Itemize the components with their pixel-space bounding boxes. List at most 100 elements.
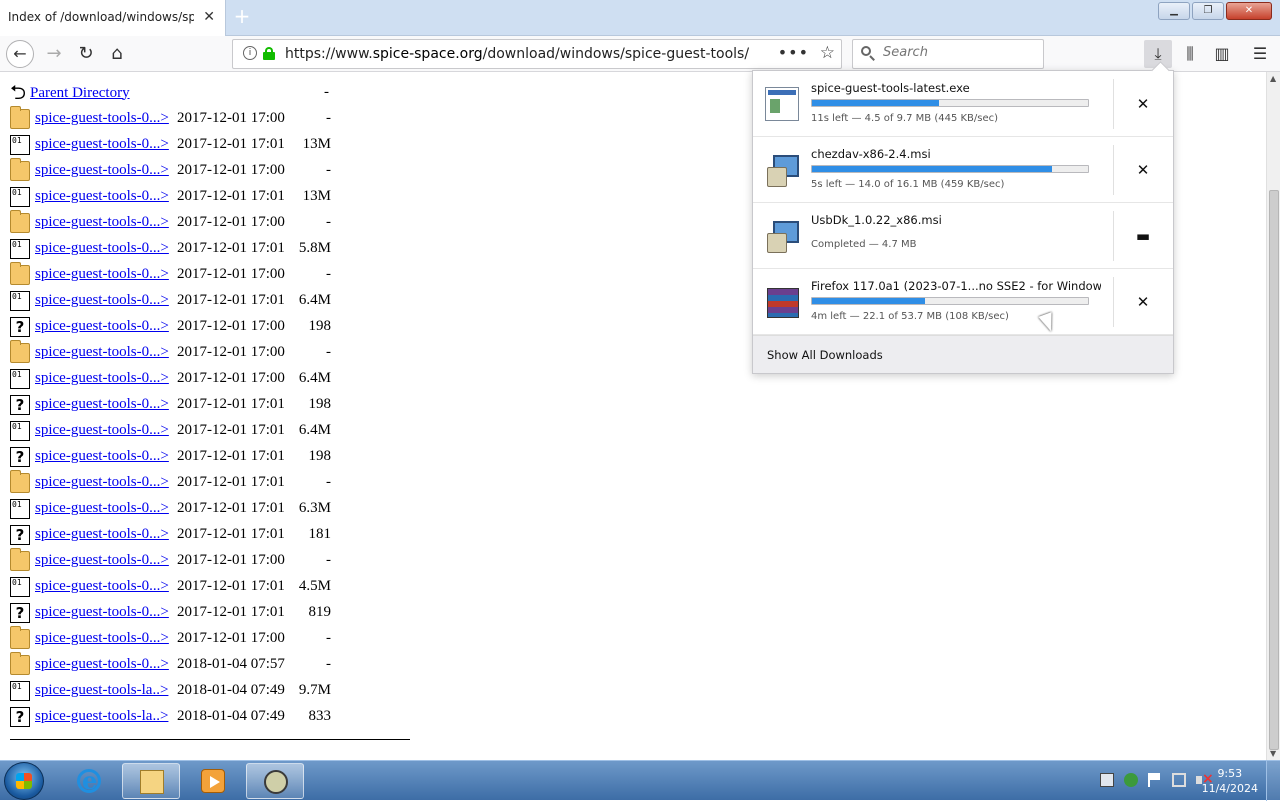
open-folder-button[interactable]: ▬ <box>1129 223 1157 249</box>
file-size: 9.7M <box>298 682 331 698</box>
file-link[interactable]: spice-guest-tools-0...> <box>35 188 169 205</box>
folder-icon <box>10 158 30 181</box>
file-size: 6.4M <box>298 422 331 438</box>
download-item[interactable]: Firefox 117.0a1 (2023-07-1...no SSE2 - f… <box>753 269 1173 335</box>
file-link[interactable]: spice-guest-tools-0...> <box>35 292 169 309</box>
file-link[interactable]: spice-guest-tools-0...> <box>35 214 169 231</box>
active-tab[interactable]: Index of /download/windows/spice-guest-t… <box>0 0 226 36</box>
start-button[interactable] <box>4 762 44 800</box>
home-button[interactable]: ⌂ <box>103 40 131 68</box>
show-all-downloads-button[interactable]: Show All Downloads <box>753 335 1173 373</box>
tab-title: Index of /download/windows/spice-guest-t… <box>8 10 194 24</box>
flag-tray-icon[interactable] <box>1148 773 1162 787</box>
file-link[interactable]: spice-guest-tools-0...> <box>35 318 169 335</box>
listing-row: ? spice-guest-tools-0...> 2017-12-01 17:01… <box>10 522 410 548</box>
file-date: 2018-01-04 07:49 <box>177 682 285 698</box>
file-link[interactable]: spice-guest-tools-0...> <box>35 344 169 361</box>
file-link[interactable]: spice-guest-tools-la..> <box>35 708 168 725</box>
download-item[interactable]: chezdav-x86-2.4.msi 5s left — 14.0 of 16.… <box>753 137 1173 203</box>
taskbar-media-player[interactable] <box>184 763 242 799</box>
search-box[interactable] <box>852 39 1044 69</box>
file-link[interactable]: spice-guest-tools-0...> <box>35 370 169 387</box>
close-window-button[interactable]: ✕ <box>1226 2 1272 20</box>
file-size: 181 <box>308 526 332 542</box>
lock-icon[interactable] <box>263 47 275 60</box>
file-link[interactable]: spice-guest-tools-0...> <box>35 266 169 283</box>
file-link[interactable]: spice-guest-tools-0...> <box>35 240 169 257</box>
cancel-download-button[interactable]: ✕ <box>1129 91 1157 117</box>
scroll-down-icon[interactable]: ▼ <box>1270 749 1276 758</box>
taskbar-internet-explorer[interactable] <box>60 763 118 799</box>
forward-button[interactable]: → <box>40 40 68 68</box>
cancel-download-button[interactable]: ✕ <box>1129 289 1157 315</box>
search-icon <box>861 46 875 61</box>
download-progress-bar <box>811 99 1089 107</box>
clock[interactable]: 9:53 11/4/2024 <box>1202 766 1258 796</box>
new-tab-button[interactable]: + <box>232 4 252 28</box>
minimize-button[interactable]: ▁ <box>1158 2 1190 20</box>
listing-row: spice-guest-tools-0...> 2017-12-01 17:01 - <box>10 470 410 496</box>
file-date: 2017-12-01 17:01 <box>177 292 285 308</box>
unknown-file-icon: ? <box>10 707 30 727</box>
info-icon[interactable]: i <box>243 46 257 60</box>
file-link[interactable]: spice-guest-tools-0...> <box>35 396 169 413</box>
unknown-file-icon: ? <box>10 317 30 337</box>
folder-icon <box>10 470 30 493</box>
file-link[interactable]: spice-guest-tools-0...> <box>35 110 169 127</box>
scroll-up-icon[interactable]: ▲ <box>1270 74 1276 83</box>
scrollbar-thumb[interactable] <box>1269 190 1279 750</box>
file-link[interactable]: spice-guest-tools-0...> <box>35 448 169 465</box>
download-filename: spice-guest-tools-latest.exe <box>811 81 970 95</box>
file-link[interactable]: spice-guest-tools-0...> <box>35 578 169 595</box>
status-tray-icon[interactable] <box>1124 773 1138 787</box>
download-item[interactable]: spice-guest-tools-latest.exe 11s left — 4… <box>753 71 1173 137</box>
menu-icon[interactable]: ☰ <box>1246 40 1274 68</box>
file-link[interactable]: spice-guest-tools-0...> <box>35 526 169 543</box>
download-status: 11s left — 4.5 of 9.7 MB (445 KB/sec) <box>811 113 999 124</box>
show-desktop-button[interactable] <box>1266 761 1280 801</box>
file-size: 198 <box>308 448 332 464</box>
document-tray-icon[interactable] <box>1100 773 1114 787</box>
listing-row: spice-guest-tools-0...> 2017-12-01 17:01 1… <box>10 132 410 158</box>
address-bar[interactable]: i https://www.spice-space.org/download/w… <box>232 39 842 69</box>
file-link[interactable]: spice-guest-tools-0...> <box>35 500 169 517</box>
reload-button[interactable]: ↻ <box>72 40 100 68</box>
download-item[interactable]: UsbDk_1.0.22_x86.msi Completed — 4.7 MB ▬ <box>753 203 1173 269</box>
vertical-scrollbar[interactable]: ▲ ▼ <box>1266 72 1280 760</box>
firefox-icon <box>264 770 288 794</box>
listing-row: spice-guest-tools-0...> 2017-12-01 17:01 6… <box>10 496 410 522</box>
bookmark-star-icon[interactable]: ☆ <box>820 43 835 63</box>
file-link[interactable]: spice-guest-tools-0...> <box>35 474 169 491</box>
maximize-button[interactable]: ❐ <box>1192 2 1224 20</box>
url-text[interactable]: https://www.spice-space.org/download/win… <box>285 46 749 62</box>
listing-row: ? spice-guest-tools-0...> 2017-12-01 17:00… <box>10 314 410 340</box>
folder-icon <box>10 262 30 285</box>
download-status: 5s left — 14.0 of 16.1 MB (459 KB/sec) <box>811 179 1005 190</box>
network-tray-icon[interactable] <box>1172 773 1186 787</box>
divider <box>1113 277 1114 327</box>
taskbar-file-explorer[interactable] <box>122 763 180 799</box>
file-link[interactable]: spice-guest-tools-0...> <box>35 656 169 673</box>
file-link[interactable]: spice-guest-tools-la..> <box>35 682 168 699</box>
file-link[interactable]: spice-guest-tools-0...> <box>35 604 169 621</box>
listing-row: ? spice-guest-tools-0...> 2017-12-01 17:01… <box>10 600 410 626</box>
file-size: - <box>326 474 331 490</box>
file-link[interactable]: spice-guest-tools-0...> <box>35 136 169 153</box>
parent-directory-link[interactable]: Parent Directory <box>30 85 130 102</box>
file-link[interactable]: spice-guest-tools-0...> <box>35 422 169 439</box>
back-button[interactable]: ← <box>6 40 34 68</box>
cancel-download-button[interactable]: ✕ <box>1129 157 1157 183</box>
file-link[interactable]: spice-guest-tools-0...> <box>35 552 169 569</box>
taskbar-firefox[interactable] <box>246 763 304 799</box>
tab-close-icon[interactable]: ✕ <box>203 9 215 25</box>
download-progress-fill <box>812 298 926 304</box>
folder-icon <box>10 626 30 649</box>
file-link[interactable]: spice-guest-tools-0...> <box>35 162 169 179</box>
file-link[interactable]: spice-guest-tools-0...> <box>35 630 169 647</box>
search-input[interactable] <box>883 45 1033 60</box>
file-date: 2017-12-01 17:01 <box>177 422 285 438</box>
page-actions-button[interactable]: ••• <box>778 43 809 62</box>
library-icon[interactable]: ⫼ <box>1176 40 1204 68</box>
listing-row: spice-guest-tools-0...> 2017-12-01 17:01 6… <box>10 288 410 314</box>
sidebar-icon[interactable]: ▥ <box>1208 40 1236 68</box>
